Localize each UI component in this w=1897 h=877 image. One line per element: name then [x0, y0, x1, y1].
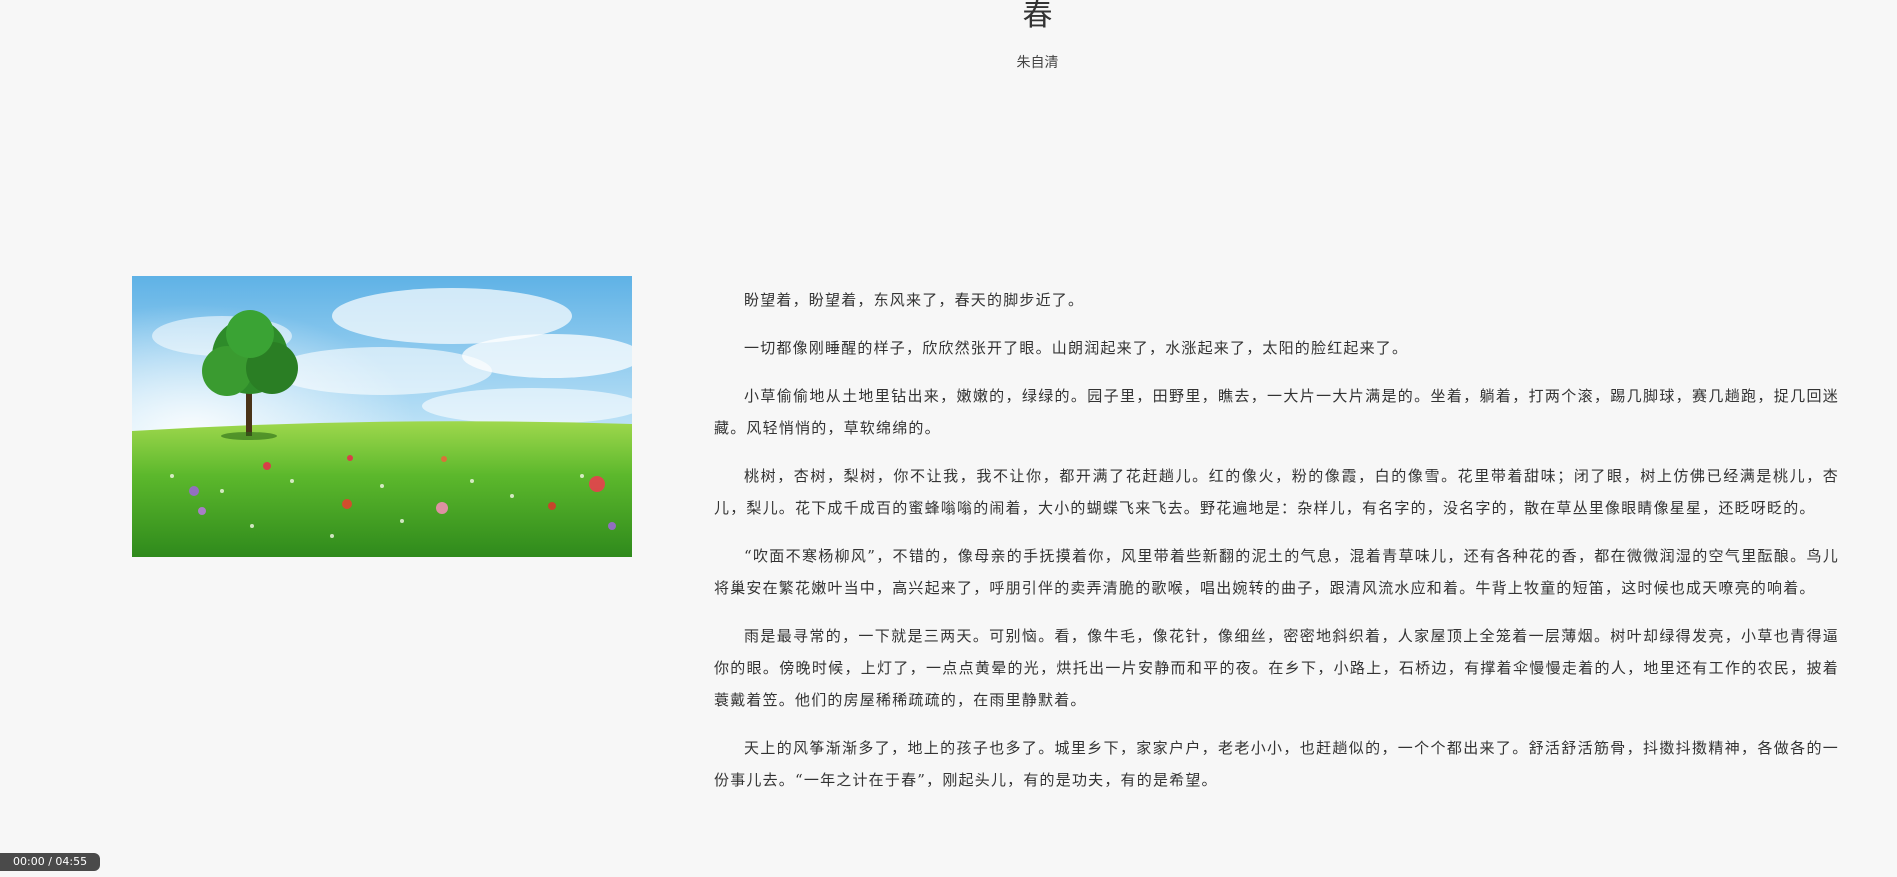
- spring-meadow-image: [132, 276, 632, 557]
- article-paragraph: 盼望着，盼望着，东风来了，春天的脚步近了。: [744, 291, 1085, 309]
- article-paragraph: 小草偷偷地从土地里钻出来，嫩嫩的，绿绿的。园子里，田野里，瞧去，一大片一大片满是…: [714, 387, 1839, 437]
- article-title: 春: [1022, 0, 1053, 33]
- article-author: 朱自清: [1016, 55, 1059, 71]
- article-body: 盼望着，盼望着，东风来了，春天的脚步近了。 一切都像刚睡醒的样子，欣欣然张开了眼…: [714, 284, 1839, 812]
- audio-time-display[interactable]: 00:00 / 04:55: [0, 853, 101, 871]
- article-paragraph: 一切都像刚睡醒的样子，欣欣然张开了眼。山朗润起来了，水涨起来了，太阳的脸红起来了…: [744, 339, 1409, 357]
- page: 春 朱自清 盼望着，盼望着，东风来了，春天的脚步近了。 一切都像刚睡醒的样子，欣…: [0, 0, 1897, 877]
- article-paragraph: 桃树，杏树，梨树，你不让我，我不让你，都开满了花赶趟儿。红的像火，粉的像霞，白的…: [714, 467, 1839, 517]
- article-paragraph: “吹面不寒杨柳风”，不错的，像母亲的手抚摸着你，风里带着些新翻的泥土的气息，混着…: [714, 547, 1839, 597]
- article-paragraph: 天上的风筝渐渐多了，地上的孩子也多了。城里乡下，家家户户，老老小小，也赶趟似的，…: [714, 739, 1839, 789]
- article-paragraph: 雨是最寻常的，一下就是三两天。可别恼。看，像牛毛，像花针，像细丝，密密地斜织着，…: [714, 627, 1839, 709]
